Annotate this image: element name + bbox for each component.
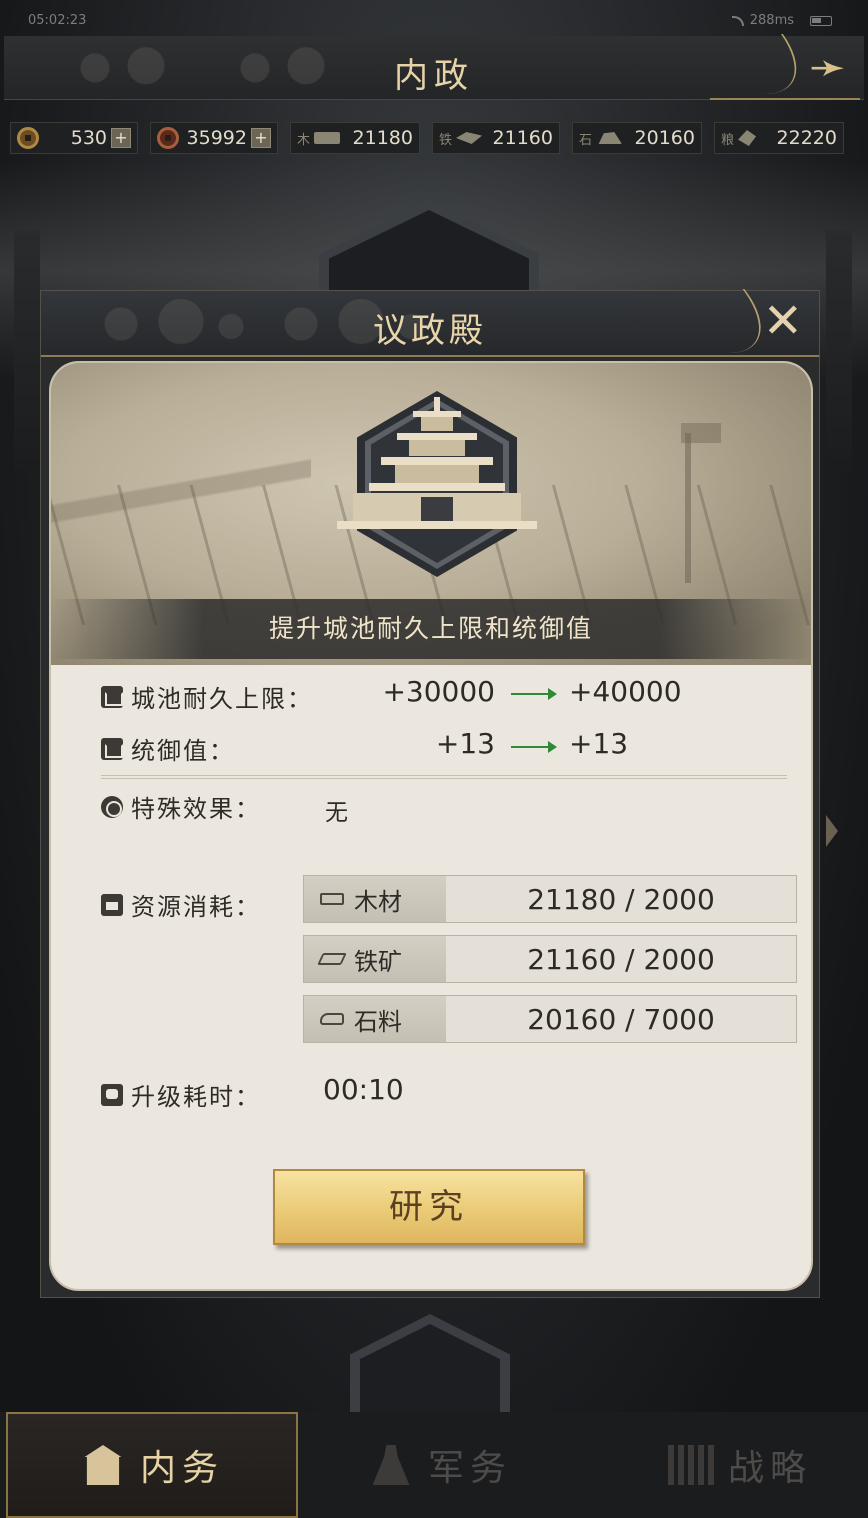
stat-next-value: +40000 — [569, 675, 682, 708]
resource-cost-label: 资源消耗： — [131, 893, 261, 921]
cost-name: 铁矿 — [354, 947, 402, 976]
cost-item-stone: 石料 20160 / 7000 — [303, 995, 797, 1043]
iron-icon — [456, 132, 483, 144]
iron-icon — [317, 953, 347, 965]
status-bar: 05:02:23 288ms — [0, 0, 868, 36]
stat-icon — [101, 737, 123, 760]
cost-item-wood: 木材 21180 / 2000 — [303, 875, 797, 923]
resource-grain: 粮 22220 — [714, 122, 844, 154]
status-time: 05:02:23 — [28, 13, 87, 28]
upgrade-time-label: 升级耗时： — [131, 1083, 261, 1111]
bottom-nav: 内务 军务 战略 — [0, 1412, 868, 1518]
grain-label: 粮 — [721, 132, 735, 148]
resource-wood: 木 21180 — [290, 122, 420, 154]
tab-label: 战略 — [727, 1448, 812, 1489]
cost-name: 木材 — [354, 887, 402, 916]
modal-body: 提升城池耐久上限和统御值 城池耐久上限： +30000 +40000 统御值： … — [49, 361, 813, 1291]
iron-value: 21160 — [492, 127, 553, 149]
grain-icon — [738, 130, 757, 146]
top-header: 内政 ➛ — [4, 34, 864, 100]
building-description: 提升城池耐久上限和统御值 — [51, 599, 811, 659]
arrow-right-icon — [511, 741, 557, 753]
tab-label: 内务 — [139, 1448, 224, 1489]
close-button[interactable]: ✕ — [654, 289, 819, 357]
banner-tower-roof — [681, 423, 721, 443]
iron-label: 铁 — [439, 132, 453, 148]
pagoda-icon — [333, 397, 541, 547]
cost-amount: 21180 / 2000 — [446, 876, 796, 922]
stat-current-value: +13 — [435, 727, 495, 760]
tab-label: 军务 — [427, 1448, 512, 1489]
background-pillar — [826, 230, 852, 470]
cost-name-cell: 铁矿 — [304, 936, 446, 982]
resource-cost-row: 资源消耗： — [101, 887, 261, 922]
soldier-icon — [372, 1445, 410, 1485]
gold-coin-icon — [17, 127, 39, 149]
banner-tower — [685, 433, 691, 583]
box-icon — [101, 893, 123, 916]
target-icon — [101, 795, 123, 818]
close-icon: ✕ — [762, 293, 803, 349]
tab-military-affairs[interactable]: 军务 — [340, 1412, 540, 1518]
stat-label: 统御值： — [131, 737, 235, 765]
upgrade-time-row: 升级耗时： — [101, 1077, 261, 1112]
building-banner: 提升城池耐久上限和统御值 — [51, 363, 811, 665]
wifi-icon — [731, 15, 744, 26]
cost-amount: 20160 / 7000 — [446, 996, 796, 1042]
stat-row-command: 统御值： — [101, 731, 235, 766]
special-effect-row: 特殊效果： — [101, 789, 261, 824]
grain-value: 22220 — [776, 127, 837, 149]
bamboo-scroll-icon — [667, 1445, 714, 1485]
latency-text: 288ms — [749, 13, 794, 28]
tab-internal-affairs[interactable]: 内务 — [6, 1412, 298, 1518]
resource-gold: 530 + — [10, 122, 138, 154]
special-effect-value: 无 — [325, 800, 348, 826]
wood-icon — [314, 132, 341, 144]
stat-label: 城池耐久上限： — [131, 685, 313, 713]
add-gold-button[interactable]: + — [111, 128, 131, 148]
add-copper-button[interactable]: + — [251, 128, 271, 148]
divider — [101, 775, 787, 779]
status-indicators: 288ms — [731, 13, 832, 28]
cost-name-cell: 石料 — [304, 996, 446, 1042]
stone-value: 20160 — [634, 127, 695, 149]
copper-coin-icon — [157, 127, 179, 149]
stone-icon — [598, 132, 623, 144]
side-arrow-icon — [826, 815, 838, 847]
resource-bar: 530 + 35992 + 木 21180 铁 21160 石 20160 粮 … — [10, 122, 858, 156]
hourglass-icon — [101, 1083, 123, 1106]
battery-icon — [810, 15, 832, 26]
stat-icon — [101, 685, 123, 708]
wood-label: 木 — [297, 132, 311, 148]
hall-icon — [84, 1445, 122, 1485]
research-button[interactable]: 研究 — [273, 1169, 585, 1245]
background-pillar — [14, 230, 40, 470]
stone-label: 石 — [579, 132, 593, 148]
cost-name: 石料 — [354, 1007, 402, 1036]
gold-value: 530 — [70, 127, 107, 149]
stat-next-value: +13 — [569, 727, 629, 760]
cost-amount: 21160 / 2000 — [446, 936, 796, 982]
resource-stone: 石 20160 — [572, 122, 702, 154]
stat-row-durability: 城池耐久上限： — [101, 679, 313, 714]
resource-copper: 35992 + — [150, 122, 278, 154]
back-button[interactable]: ➛ — [692, 34, 860, 100]
upgrade-time-value: 00:10 — [323, 1073, 404, 1106]
stone-icon — [320, 1013, 344, 1025]
wood-value: 21180 — [352, 127, 413, 149]
modal-header: 议政殿 ✕ — [41, 289, 819, 357]
wood-icon — [320, 893, 344, 905]
cost-item-iron: 铁矿 21160 / 2000 — [303, 935, 797, 983]
special-effect-label: 特殊效果： — [131, 795, 261, 823]
copper-value: 35992 — [186, 127, 247, 149]
resource-iron: 铁 21160 — [432, 122, 560, 154]
arrow-right-icon: ➛ — [809, 42, 846, 93]
tab-strategy[interactable]: 战略 — [640, 1412, 840, 1518]
arrow-right-icon — [511, 688, 557, 700]
building-detail-modal: 议政殿 ✕ 提升城池耐久上限和统御值 城池耐久上限： +30000 +40000… — [40, 289, 820, 1298]
stat-current-value: +30000 — [382, 675, 495, 708]
cost-name-cell: 木材 — [304, 876, 446, 922]
